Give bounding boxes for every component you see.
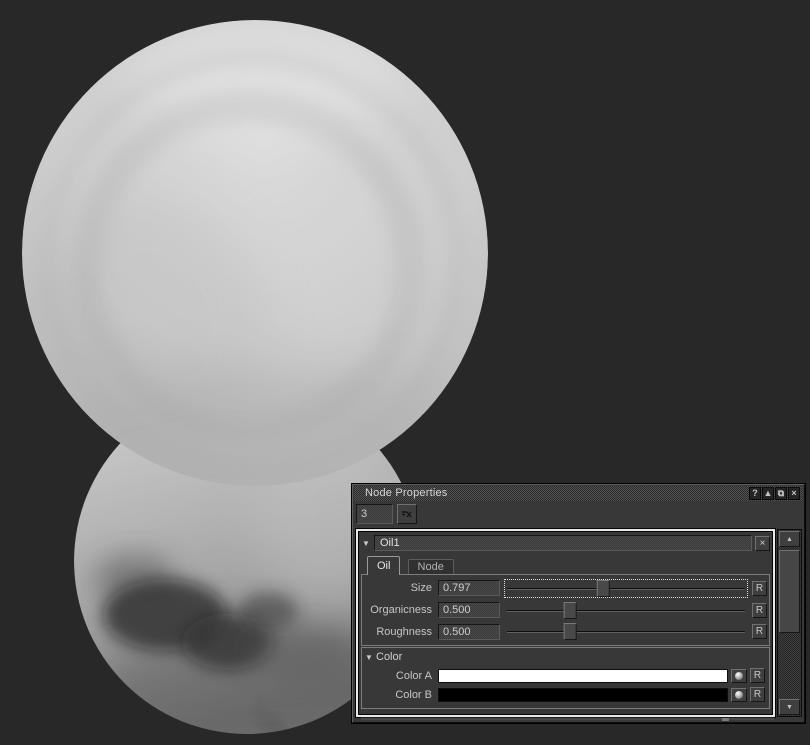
shade-icon[interactable]: ▲	[762, 487, 774, 500]
reset-button[interactable]: R	[752, 624, 767, 639]
vertical-scrollbar[interactable]: ▲ ▼	[777, 529, 802, 717]
horizontal-scrollbar[interactable]	[361, 717, 774, 720]
reset-button[interactable]: R	[750, 668, 765, 683]
collapse-color-icon[interactable]: ▼	[364, 653, 374, 662]
tab-oil[interactable]: Oil	[367, 556, 400, 575]
panel-title: Node Properties	[365, 487, 448, 499]
color-section-label: Color	[376, 651, 402, 663]
color-picker-button[interactable]	[731, 669, 747, 683]
panel-titlebar[interactable]: Node Properties ?▲⧉×	[354, 486, 803, 501]
param-value-field[interactable]: 0.797	[438, 580, 500, 596]
param-row: Roughness 0.500 R	[364, 623, 767, 640]
restore-icon[interactable]: ⧉	[775, 487, 787, 500]
preview-count-field[interactable]	[356, 504, 393, 524]
color-label: Color B	[364, 689, 438, 701]
reset-button[interactable]: R	[752, 581, 767, 596]
color-section-header: ▼ Color	[364, 650, 767, 664]
tab-bar: Oil Node	[367, 556, 454, 575]
slider-groove	[507, 610, 745, 611]
scroll-down-button[interactable]: ▼	[779, 699, 800, 715]
param-label: Organicness	[364, 604, 438, 616]
node-header: ▼ Oil1 ×	[361, 534, 770, 552]
slider-handle[interactable]	[563, 602, 576, 619]
titlebar-icons: ?▲⧉×	[749, 487, 800, 500]
application-window: Node Properties ?▲⧉× ▼ Oil1 × Oil Node	[0, 0, 810, 745]
params-group: Size 0.797 R Organicness 0.500 R Roughne…	[361, 574, 770, 646]
node-properties-panel: Node Properties ?▲⧉× ▼ Oil1 × Oil Node	[352, 484, 805, 723]
param-row: Size 0.797 R	[364, 580, 767, 597]
param-slider[interactable]	[505, 602, 747, 619]
color-row: Color B R	[364, 687, 767, 702]
param-slider[interactable]	[505, 580, 747, 597]
color-group: ▼ Color Color A R Color B R	[361, 647, 770, 709]
panel-content-frame: ▼ Oil1 × Oil Node Size 0.797 R Organicne…	[356, 529, 775, 717]
slider-handle[interactable]	[597, 580, 610, 597]
slider-groove	[507, 588, 745, 589]
scrollbar-thumb[interactable]	[779, 550, 800, 633]
tab-node[interactable]: Node	[408, 559, 454, 575]
scroll-up-button[interactable]: ▲	[779, 531, 800, 547]
slider-groove	[507, 631, 745, 632]
color-rows: Color A R Color B R	[364, 668, 767, 702]
param-slider[interactable]	[505, 623, 747, 640]
color-swatch[interactable]	[438, 669, 728, 683]
color-picker-button[interactable]	[731, 688, 747, 702]
mini-slider-icon	[401, 509, 413, 519]
reset-button[interactable]: R	[752, 603, 767, 618]
collapse-node-icon[interactable]: ▼	[361, 539, 371, 548]
node-name-bar[interactable]: Oil1	[374, 535, 752, 551]
param-value-field[interactable]: 0.500	[438, 602, 500, 618]
param-label: Roughness	[364, 626, 438, 638]
param-row: Organicness 0.500 R	[364, 602, 767, 619]
sphere-icon	[735, 691, 743, 699]
reset-button[interactable]: R	[750, 687, 765, 702]
close-icon[interactable]: ×	[788, 487, 800, 500]
color-label: Color A	[364, 670, 438, 682]
param-label: Size	[364, 582, 438, 594]
color-row: Color A R	[364, 668, 767, 683]
param-value-field[interactable]: 0.500	[438, 624, 500, 640]
horizontal-scrollbar-thumb[interactable]	[722, 718, 729, 721]
slider-handle[interactable]	[563, 623, 576, 640]
panel-content: ▼ Oil1 × Oil Node Size 0.797 R Organicne…	[359, 532, 772, 714]
color-swatch[interactable]	[438, 688, 728, 702]
preview-sphere-main	[22, 20, 488, 530]
sphere-icon	[735, 672, 743, 680]
help-icon[interactable]: ?	[749, 487, 761, 500]
mini-slider-button[interactable]	[397, 504, 417, 524]
remove-node-button[interactable]: ×	[755, 536, 770, 551]
